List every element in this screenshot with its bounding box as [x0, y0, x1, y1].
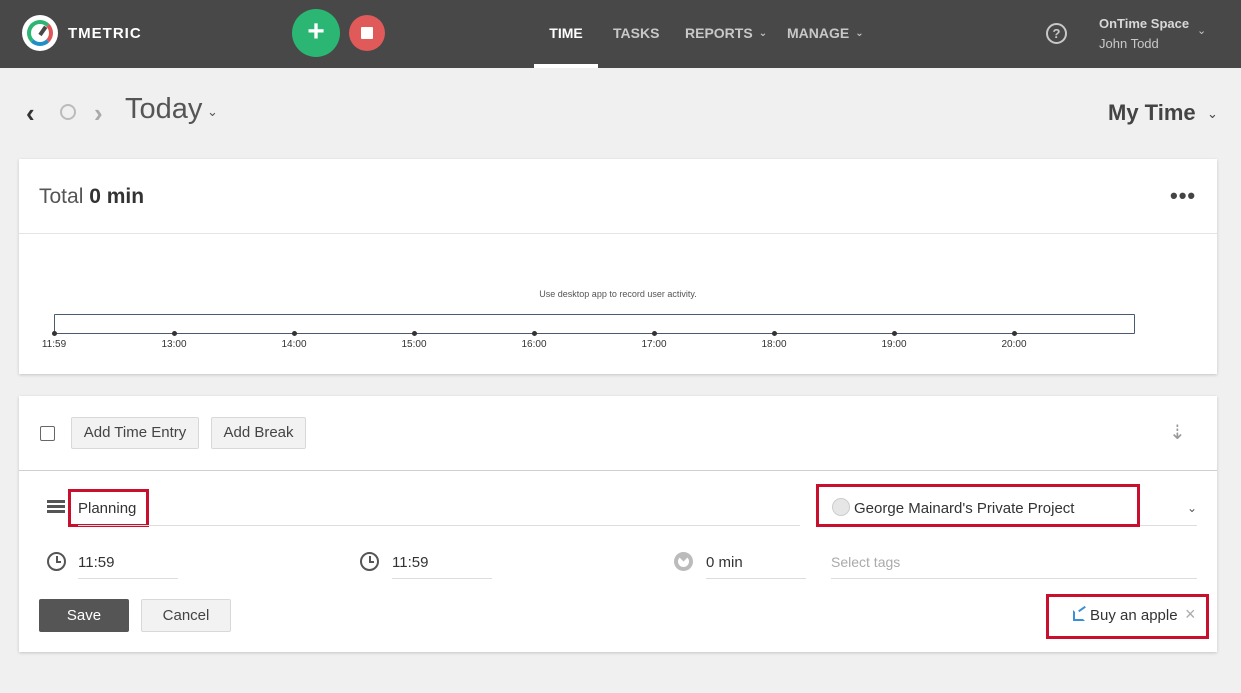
add-break-button[interactable]: Add Break	[211, 417, 306, 449]
chevron-down-icon[interactable]: ⌄	[1207, 106, 1218, 122]
chevron-down-icon: ⌄	[758, 28, 768, 39]
timeline-tick	[172, 331, 177, 336]
timeline-tick-label: 11:59	[41, 339, 67, 350]
chevron-down-icon[interactable]: ⌄	[207, 104, 218, 120]
list-icon	[47, 500, 65, 514]
nav-tab-reports[interactable]: REPORTS ⌄	[685, 0, 767, 68]
go-to-today-button[interactable]	[60, 104, 76, 120]
end-clock-icon	[360, 552, 379, 571]
activity-timeline	[54, 314, 1135, 334]
start-time-input[interactable]: 11:59	[78, 554, 114, 571]
timeline-tick-label: 15:00	[401, 339, 427, 350]
start-time-underline	[78, 578, 178, 579]
stop-timer-button[interactable]	[349, 15, 385, 51]
external-link-icon	[1073, 610, 1085, 621]
timeline-tick	[892, 331, 897, 336]
select-all-checkbox[interactable]	[40, 426, 55, 441]
total-summary: Total 0 min	[39, 185, 145, 208]
total-value: 0 min	[89, 185, 145, 208]
end-time-underline	[392, 578, 492, 579]
timeline-tick	[652, 331, 657, 336]
duration-underline	[706, 578, 806, 579]
help-icon[interactable]: ?	[1046, 23, 1067, 44]
chevron-down-icon: ⌄	[855, 28, 864, 39]
stop-icon	[361, 27, 373, 39]
total-panel: Total 0 min ••• Use desktop app to recor…	[19, 159, 1217, 374]
nav-tab-time[interactable]: TIME	[534, 0, 598, 68]
view-selector[interactable]: My Time	[1108, 100, 1196, 126]
more-options-icon[interactable]: •••	[1170, 183, 1196, 209]
add-time-entry-button[interactable]: Add Time Entry	[71, 417, 199, 449]
timeline-tick-label: 13:00	[161, 339, 187, 350]
timeline-tick	[1012, 331, 1017, 336]
account-user-name[interactable]: John Todd	[1099, 36, 1159, 51]
time-entry-form: Planning George Mainard's Private Projec…	[19, 470, 1217, 652]
sort-icon[interactable]: ⇣	[1169, 420, 1186, 445]
account-space-name[interactable]: OnTime Space	[1099, 16, 1189, 31]
timeline-tick	[412, 331, 417, 336]
close-icon[interactable]: ×	[1185, 604, 1196, 625]
timeline-tick	[532, 331, 537, 336]
end-time-input[interactable]: 11:59	[392, 554, 428, 571]
timeline-tick-label: 19:00	[881, 339, 907, 350]
project-underline	[1140, 525, 1197, 526]
cancel-button[interactable]: Cancel	[141, 599, 231, 632]
timeline-message: Use desktop app to record user activity.	[539, 289, 697, 299]
start-timer-button[interactable]: +	[292, 9, 340, 57]
tags-select[interactable]: Select tags	[831, 554, 900, 570]
timeline-tick-label: 16:00	[521, 339, 547, 350]
project-avatar-icon	[832, 498, 850, 516]
tags-underline	[831, 578, 1197, 579]
next-day-button[interactable]: ›	[94, 98, 103, 129]
timeline-tick	[52, 331, 57, 336]
duration-icon	[674, 552, 693, 571]
external-task-link[interactable]: Buy an apple	[1090, 607, 1178, 624]
timeline-tick-label: 14:00	[281, 339, 307, 350]
timeline-tick-label: 17:00	[641, 339, 667, 350]
top-navbar: TMETRIC + TIME TASKS REPORTS ⌄ MANAGE ⌄ ? …	[0, 0, 1241, 68]
project-select[interactable]: George Mainard's Private Project	[854, 500, 1074, 517]
chevron-down-icon[interactable]: ⌄	[1197, 24, 1206, 37]
duration-input[interactable]: 0 min	[706, 554, 743, 571]
description-input[interactable]: Planning	[78, 500, 136, 517]
tmetric-logo-icon[interactable]	[22, 15, 58, 51]
description-underline	[78, 525, 800, 526]
divider	[19, 233, 1217, 234]
timeline-tick	[292, 331, 297, 336]
save-button[interactable]: Save	[39, 599, 129, 632]
date-picker-label[interactable]: Today	[125, 93, 202, 126]
chevron-down-icon[interactable]: ⌄	[1187, 501, 1197, 515]
brand-name[interactable]: TMETRIC	[68, 25, 142, 42]
timeline-tick	[772, 331, 777, 336]
timeline-tick-label: 18:00	[761, 339, 787, 350]
previous-day-button[interactable]: ‹	[26, 98, 35, 129]
timeline-tick-label: 20:00	[1001, 339, 1027, 350]
time-entries-panel: Add Time Entry Add Break ⇣ Planning Geor…	[19, 396, 1217, 652]
nav-tab-tasks[interactable]: TASKS	[613, 0, 659, 68]
nav-tab-manage[interactable]: MANAGE ⌄	[787, 0, 864, 68]
start-clock-icon	[47, 552, 66, 571]
